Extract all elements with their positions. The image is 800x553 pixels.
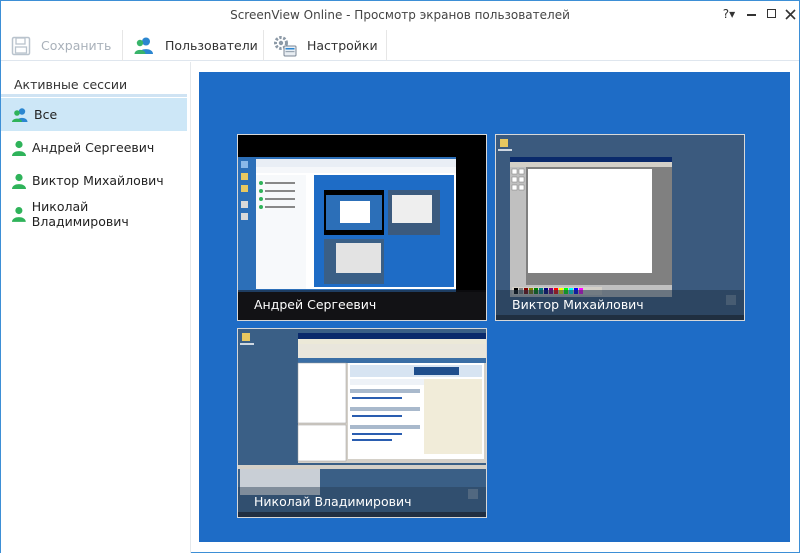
- sidebar-item-nikolay[interactable]: Николай Владимирович: [1, 197, 187, 230]
- users-group-icon: [12, 107, 28, 122]
- sidebar-item-label: Все: [34, 107, 58, 122]
- session-thumbnail-nikolay[interactable]: Николай Владимирович: [237, 328, 487, 518]
- minimize-icon: [746, 14, 756, 16]
- minimize-button[interactable]: [743, 7, 759, 16]
- sidebar-item-label: Николай Владимирович: [31, 198, 129, 229]
- sidebar-item-all[interactable]: Все: [1, 98, 187, 131]
- session-caption: Николай Владимирович: [238, 487, 486, 517]
- close-button[interactable]: [782, 7, 798, 23]
- user-icon: [11, 206, 26, 222]
- sidebar-item-andrey[interactable]: Андрей Сергеевич: [1, 131, 187, 164]
- session-thumbnail-viktor[interactable]: Виктор Михайлович: [495, 134, 745, 321]
- maximize-button[interactable]: [763, 7, 779, 18]
- sidebar-header: Активные сессии: [14, 77, 128, 92]
- session-caption: Виктор Михайлович: [496, 290, 744, 320]
- maximize-icon: [766, 9, 776, 18]
- help-button[interactable]: ?▾: [721, 7, 737, 21]
- title-bar: ScreenView Online - Просмотр экранов пол…: [1, 1, 799, 30]
- sidebar-item-label: Андрей Сергеевич: [32, 140, 155, 155]
- settings-icon: [274, 35, 297, 56]
- users-label: Пользователи: [165, 38, 258, 53]
- save-button[interactable]: Сохранить: [1, 30, 123, 61]
- sidebar-divider: [1, 94, 187, 97]
- user-icon: [12, 140, 26, 156]
- settings-label: Настройки: [307, 38, 378, 53]
- save-icon: [11, 36, 31, 55]
- save-label: Сохранить: [41, 38, 112, 53]
- sidebar-item-label: Виктор Михайлович: [32, 173, 164, 188]
- users-button[interactable]: Пользователи: [123, 30, 264, 61]
- sidebar-item-viktor[interactable]: Виктор Михайлович: [1, 164, 187, 197]
- window-title: ScreenView Online - Просмотр экранов пол…: [230, 8, 570, 22]
- users-icon: [134, 37, 153, 54]
- session-caption: Андрей Сергеевич: [238, 290, 486, 320]
- app-window: ScreenView Online - Просмотр экранов пол…: [0, 0, 800, 553]
- session-list: Все Андрей Сергеевич Виктор Михайлович Н…: [1, 98, 187, 230]
- settings-button[interactable]: Настройки: [264, 30, 387, 61]
- screens-viewer: Андрей Сергеевич Виктор Михайлович Никол…: [199, 72, 790, 542]
- user-icon: [12, 173, 26, 189]
- sidebar: Активные сессии Все Андрей Сергеевич Вик…: [1, 62, 191, 553]
- toolbar: Сохранить Пользователи Настройки: [1, 30, 799, 61]
- close-icon: [784, 9, 796, 20]
- session-thumbnail-andrey[interactable]: Андрей Сергеевич: [237, 134, 487, 321]
